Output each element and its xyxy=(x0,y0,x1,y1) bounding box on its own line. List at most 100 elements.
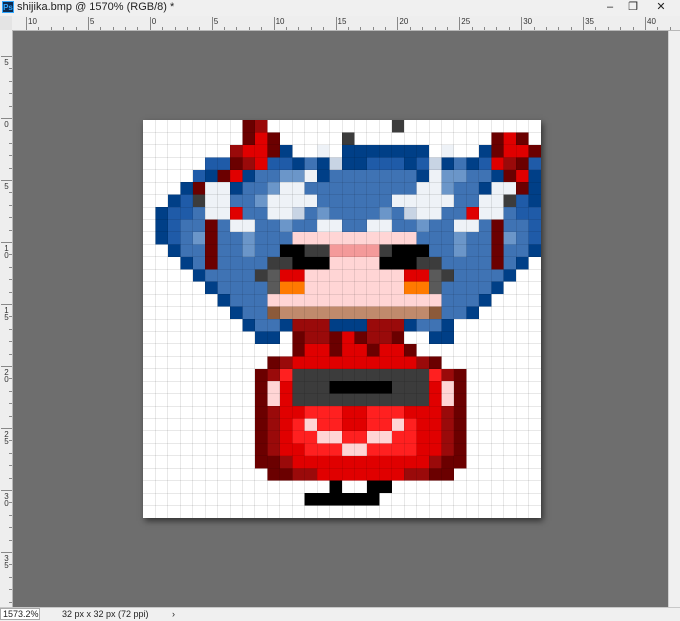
pixel xyxy=(379,368,392,382)
pixel xyxy=(304,182,318,195)
status-menu-arrow-icon[interactable]: › xyxy=(172,608,175,620)
pixel xyxy=(503,207,517,220)
pixel xyxy=(217,157,231,170)
pixel-art-canvas[interactable] xyxy=(143,120,541,518)
pixel xyxy=(466,256,479,270)
pixel xyxy=(366,381,380,394)
pixel xyxy=(217,207,231,220)
pixel xyxy=(441,393,454,407)
pixel xyxy=(528,244,541,257)
pixel xyxy=(453,306,467,319)
document-tab-title[interactable]: shijika.bmp @ 1570% (RGB/8) * xyxy=(17,1,174,13)
zoom-level-field[interactable]: 1573.2% xyxy=(0,608,40,620)
pixel xyxy=(429,381,442,394)
pixel xyxy=(254,244,268,257)
pixel xyxy=(267,194,280,208)
pixel xyxy=(429,294,442,307)
pixel xyxy=(267,356,280,369)
pixel xyxy=(342,182,355,195)
pixel xyxy=(441,231,454,245)
pixel xyxy=(491,256,504,270)
pixel xyxy=(391,319,405,332)
ruler-label: 30 xyxy=(4,492,9,508)
pixel xyxy=(292,306,305,319)
pixel xyxy=(304,294,318,307)
pixel xyxy=(379,207,392,220)
pixel xyxy=(267,331,280,344)
ruler-minor-tick xyxy=(9,390,12,392)
pixel xyxy=(342,331,355,344)
pixel xyxy=(205,207,218,220)
pixel xyxy=(304,331,318,344)
pixel xyxy=(279,306,293,319)
pixel xyxy=(429,331,442,344)
horizontal-ruler[interactable]: 10 5 0 5 10 15 20 25 30 35 40 xyxy=(12,16,680,31)
pixel xyxy=(267,207,280,220)
pixel xyxy=(441,294,454,307)
ruler-minor-tick xyxy=(125,27,127,30)
pixel xyxy=(354,169,367,183)
ruler-major-tick xyxy=(211,17,213,30)
pixel xyxy=(441,306,454,319)
pixel xyxy=(366,207,380,220)
pixel xyxy=(342,169,355,183)
ruler-label: 0 xyxy=(151,17,157,26)
pixel xyxy=(317,406,330,419)
pixel xyxy=(304,169,318,183)
ruler-label: 40 xyxy=(647,17,656,26)
pixel xyxy=(155,231,168,245)
pixel xyxy=(317,430,330,444)
pixel xyxy=(366,294,380,307)
pixel xyxy=(267,281,280,295)
pixel xyxy=(342,281,355,295)
ruler-minor-tick xyxy=(9,452,12,454)
pixel xyxy=(441,406,454,419)
pixel xyxy=(379,430,392,444)
ruler-minor-tick xyxy=(9,378,12,380)
pixel xyxy=(267,381,280,394)
pixel xyxy=(329,368,342,382)
pixel xyxy=(354,356,367,369)
pixel xyxy=(354,430,367,444)
close-icon[interactable]: ✕ xyxy=(648,0,674,14)
vertical-scrollbar[interactable] xyxy=(668,31,680,607)
pixel xyxy=(478,294,492,307)
document-size-info[interactable]: 32 px x 32 px (72 ppi) xyxy=(62,608,149,620)
pixel xyxy=(391,120,405,133)
pixel xyxy=(354,157,367,170)
pixel xyxy=(516,244,529,257)
pixel xyxy=(379,418,392,431)
pixel xyxy=(317,219,330,232)
pixel xyxy=(516,207,529,220)
pixel xyxy=(254,231,268,245)
ruler-major-tick xyxy=(459,17,461,30)
pixel xyxy=(230,269,243,282)
pixel xyxy=(379,306,392,319)
pixel xyxy=(478,269,492,282)
pixel xyxy=(217,256,231,270)
pixel xyxy=(267,468,280,481)
pixel xyxy=(317,281,330,295)
pixel xyxy=(329,455,342,469)
pixel xyxy=(354,393,367,407)
pixel xyxy=(404,244,417,257)
pixel xyxy=(491,132,504,145)
pixel xyxy=(391,443,405,456)
pixel xyxy=(230,157,243,170)
pixel xyxy=(354,368,367,382)
pixel xyxy=(379,443,392,456)
pixel xyxy=(329,207,342,220)
pixel xyxy=(317,256,330,270)
pixel xyxy=(279,194,293,208)
pixel xyxy=(528,144,541,158)
pixel xyxy=(503,157,517,170)
pixel xyxy=(342,207,355,220)
pixel xyxy=(466,281,479,295)
ruler-minor-tick xyxy=(310,27,312,30)
restore-icon[interactable]: ❐ xyxy=(620,0,646,14)
pixel xyxy=(516,182,529,195)
pixel xyxy=(342,132,355,145)
ruler-major-tick xyxy=(149,17,151,30)
vertical-ruler[interactable]: 5 0 5 10 15 20 25 30 35 xyxy=(0,30,13,608)
pixel xyxy=(317,381,330,394)
